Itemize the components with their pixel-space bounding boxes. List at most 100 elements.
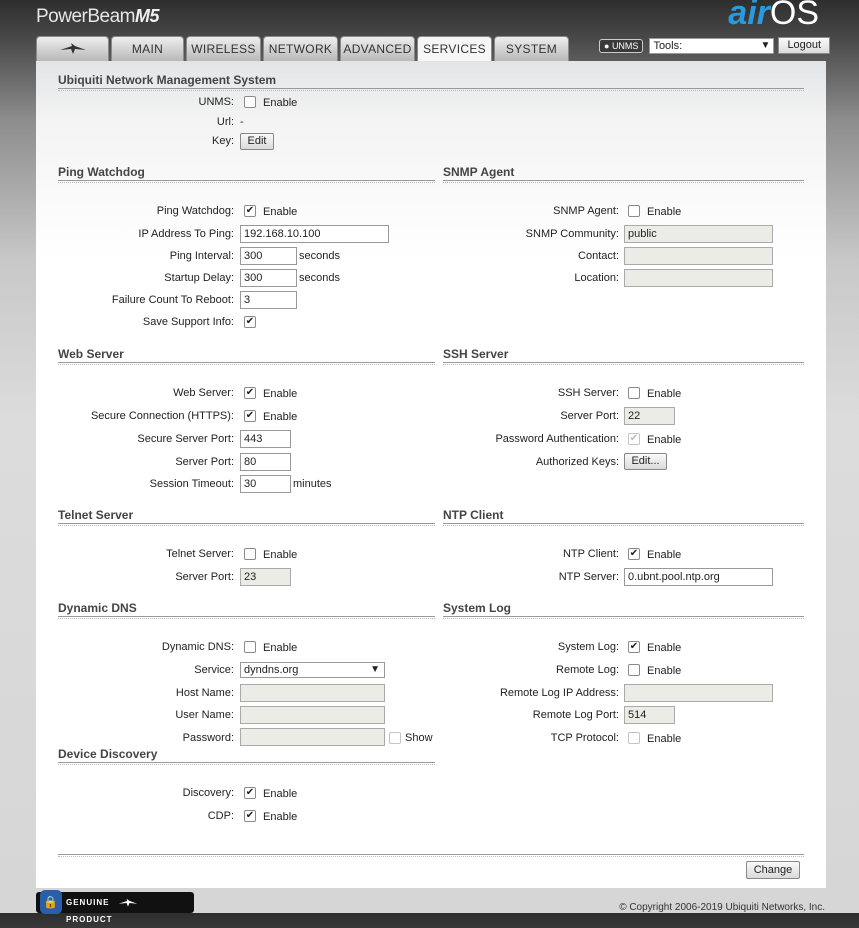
telnet-server-enable-text: Enable (263, 549, 298, 561)
tcp-protocol-checkbox[interactable] (628, 732, 640, 744)
location-input[interactable] (624, 269, 773, 287)
bottom-divider (58, 854, 804, 857)
ip-to-ping-input[interactable]: 192.168.10.100 (240, 225, 389, 243)
discovery-enable-text: Enable (263, 788, 298, 800)
failure-count-input[interactable]: 3 (240, 291, 297, 309)
tab-ubiquiti-home[interactable] (36, 36, 109, 61)
ping-interval-input[interactable]: 300 (240, 247, 297, 265)
startup-delay-input[interactable]: 300 (240, 269, 297, 287)
unms-enable-text: Enable (263, 97, 298, 109)
secure-port-input[interactable]: 443 (240, 430, 291, 448)
section-ping-watchdog-title: Ping Watchdog (58, 165, 435, 183)
dynamic-dns-enable-text: Enable (263, 642, 298, 654)
tab-system[interactable]: SYSTEM (494, 36, 569, 61)
startup-delay-label: Startup Delay: (164, 272, 234, 284)
system-log-checkbox[interactable]: ✔ (628, 641, 640, 653)
snmp-agent-label: SNMP Agent: (553, 205, 619, 217)
remote-log-checkbox[interactable] (628, 664, 640, 676)
unms-enable-checkbox[interactable] (244, 96, 256, 108)
dynamic-dns-checkbox[interactable] (244, 641, 256, 653)
brand-name: PowerBeam (36, 6, 136, 27)
snmp-agent-checkbox[interactable] (628, 205, 640, 217)
ddns-user-label: User Name: (175, 709, 234, 721)
remote-log-port-input[interactable]: 514 (624, 706, 675, 724)
brand-model: M5 (135, 6, 160, 26)
tab-services[interactable]: SERVICES (417, 36, 492, 62)
ddns-service-select[interactable]: dyndns.org ▼ (240, 662, 385, 678)
startup-delay-unit: seconds (299, 272, 340, 284)
dropdown-arrow-icon: ▼ (370, 664, 380, 675)
top-tools: ● UNMS Tools: ▼ Logout (599, 37, 831, 54)
tab-main[interactable]: MAIN (111, 36, 184, 61)
unms-label: UNMS: (198, 96, 234, 108)
https-checkbox[interactable]: ✔ (244, 410, 256, 422)
telnet-server-checkbox[interactable] (244, 548, 256, 560)
web-server-checkbox[interactable]: ✔ (244, 387, 256, 399)
ddns-host-input[interactable] (240, 684, 385, 702)
cdp-checkbox[interactable]: ✔ (244, 810, 256, 822)
location-label: Location: (574, 272, 619, 284)
ssh-server-checkbox[interactable] (628, 387, 640, 399)
tools-select[interactable]: Tools: ▼ (649, 37, 775, 54)
ddns-host-label: Host Name: (175, 687, 234, 699)
ntp-server-input[interactable]: 0.ubnt.pool.ntp.org (624, 568, 773, 586)
tcp-protocol-enable-text: Enable (647, 733, 682, 745)
main-tabs: MAIN WIRELESS NETWORK ADVANCED SERVICES … (36, 36, 571, 62)
product-brand: PowerBeamM5 (36, 6, 160, 28)
cdp-label: CDP: (207, 810, 234, 822)
ddns-service-label: Service: (194, 664, 234, 676)
session-timeout-input[interactable]: 30 (240, 475, 291, 493)
section-snmp-title: SNMP Agent (443, 165, 804, 183)
section-system-log-title: System Log (443, 601, 804, 619)
ping-watchdog-checkbox[interactable]: ✔ (244, 205, 256, 217)
snmp-community-input[interactable]: public (624, 225, 773, 243)
session-timeout-label: Session Timeout: (149, 478, 234, 490)
ssh-server-enable-text: Enable (647, 388, 682, 400)
password-auth-checkbox[interactable]: ✔ (628, 433, 640, 445)
telnet-port-input[interactable]: 23 (240, 568, 291, 586)
lock-icon: 🔒 (40, 890, 62, 914)
tab-advanced[interactable]: ADVANCED (340, 36, 415, 61)
url-value: - (240, 116, 244, 128)
authorized-keys-edit-button[interactable]: Edit... (624, 453, 667, 470)
airos-logo: airOS (728, 0, 819, 33)
ddns-password-input[interactable] (240, 728, 385, 746)
product-text: PRODUCT (66, 915, 113, 924)
ddns-user-input[interactable] (240, 706, 385, 724)
snmp-community-label: SNMP Community: (525, 228, 619, 240)
ntp-server-label: NTP Server: (558, 571, 619, 583)
web-server-label: Web Server: (173, 387, 234, 399)
logout-button[interactable]: Logout (778, 37, 831, 54)
show-password-text: Show (405, 732, 433, 744)
key-edit-button[interactable]: Edit (240, 133, 274, 150)
contact-input[interactable] (624, 247, 773, 265)
remote-log-port-label: Remote Log Port: (532, 709, 619, 721)
show-password-checkbox[interactable] (389, 732, 401, 744)
ddns-password-label: Password: (182, 732, 234, 744)
airos-logo-air: air (728, 0, 770, 32)
save-support-info-checkbox[interactable]: ✔ (244, 316, 256, 328)
telnet-port-label: Server Port: (175, 571, 234, 583)
ubiquiti-logo-icon (59, 43, 86, 54)
tab-network[interactable]: NETWORK (263, 36, 338, 61)
ping-interval-label: Ping Interval: (169, 250, 234, 262)
section-unms-title: Ubiquiti Network Management System (58, 73, 804, 91)
remote-log-label: Remote Log: (556, 664, 619, 676)
ntp-client-checkbox[interactable]: ✔ (628, 548, 640, 560)
ntp-client-enable-text: Enable (647, 549, 682, 561)
authorized-keys-label: Authorized Keys: (535, 456, 619, 468)
unms-status-badge: ● UNMS (599, 38, 644, 53)
discovery-checkbox[interactable]: ✔ (244, 787, 256, 799)
remote-log-ip-input[interactable] (624, 684, 773, 702)
system-log-enable-text: Enable (647, 642, 682, 654)
change-button[interactable]: Change (746, 861, 800, 879)
genuine-text: GENUINE (66, 898, 110, 907)
web-port-input[interactable]: 80 (240, 453, 291, 471)
section-device-discovery-title: Device Discovery (58, 747, 435, 765)
tab-wireless[interactable]: WIRELESS (186, 36, 261, 61)
failure-count-label: Failure Count To Reboot: (111, 294, 234, 306)
dropdown-arrow-icon: ▼ (760, 39, 771, 51)
ntp-client-label: NTP Client: (562, 548, 619, 560)
contact-label: Contact: (578, 250, 619, 262)
ssh-port-input[interactable]: 22 (624, 407, 675, 425)
